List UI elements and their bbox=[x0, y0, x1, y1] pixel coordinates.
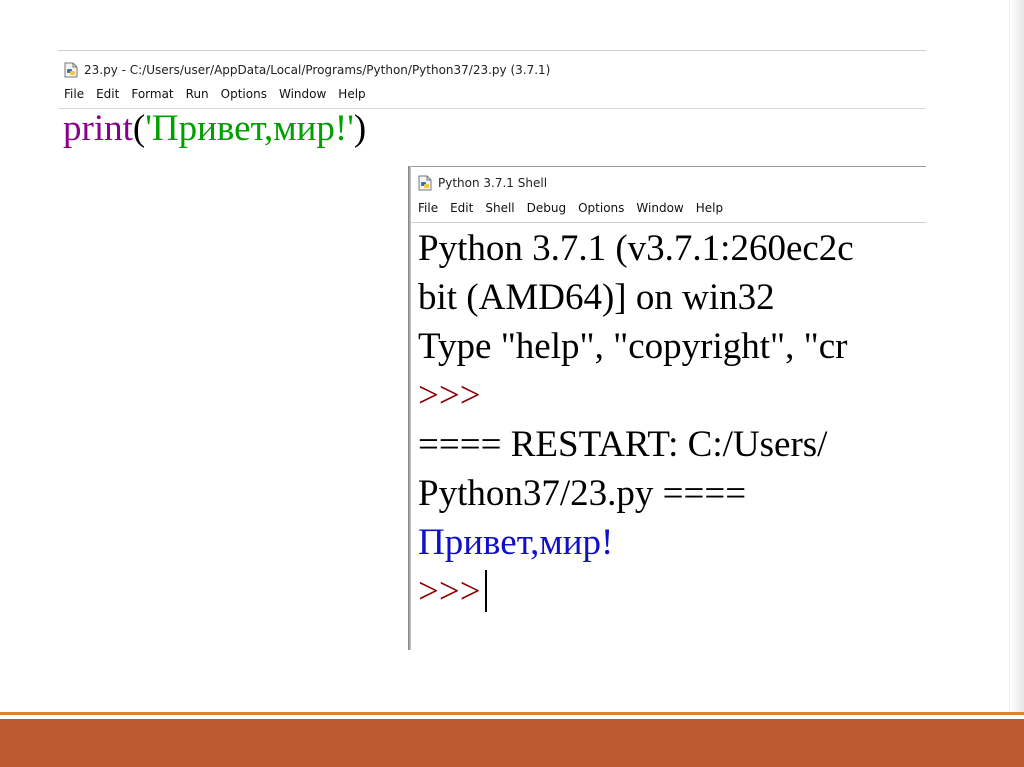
code-string: 'Привет,мир!' bbox=[145, 108, 354, 149]
shell-input-line[interactable]: >>> bbox=[418, 567, 926, 616]
editor-menu-format[interactable]: Format bbox=[131, 87, 173, 105]
slide-footer-bar bbox=[0, 719, 1024, 767]
shell-program-output: Привет,мир! bbox=[418, 522, 614, 563]
text-cursor bbox=[484, 570, 487, 612]
slide-footer-line bbox=[0, 712, 1024, 715]
code-keyword: print bbox=[63, 108, 133, 149]
shell-prompt: >>> bbox=[418, 375, 481, 416]
code-open-paren: ( bbox=[132, 108, 146, 149]
editor-menu-options[interactable]: Options bbox=[221, 87, 267, 105]
editor-titlebar: 23.py - C:/Users/user/AppData/Local/Prog… bbox=[64, 61, 550, 79]
shell-menubar: File Edit Shell Debug Options Window Hel… bbox=[418, 201, 723, 219]
editor-menu-run[interactable]: Run bbox=[186, 87, 209, 105]
shell-menu-window[interactable]: Window bbox=[636, 201, 683, 219]
shell-top-border bbox=[408, 166, 926, 167]
shell-output-area[interactable]: Python 3.7.1 (v3.7.1:260ec2c bit (AMD64)… bbox=[418, 224, 926, 616]
shell-left-border bbox=[408, 166, 411, 650]
shell-banner-line: Python 3.7.1 (v3.7.1:260ec2c bbox=[418, 228, 854, 269]
shell-banner-line: bit (AMD64)] on win32 bbox=[418, 277, 775, 318]
code-editor-text[interactable]: print('Привет,мир!') bbox=[63, 108, 366, 150]
code-close-paren: ) bbox=[353, 108, 367, 149]
editor-menu-help[interactable]: Help bbox=[338, 87, 365, 105]
shell-window: Python 3.7.1 Shell File Edit Shell Debug… bbox=[408, 166, 926, 650]
python-file-icon bbox=[64, 62, 78, 78]
shell-titlebar: Python 3.7.1 Shell bbox=[418, 174, 547, 192]
editor-menu-window[interactable]: Window bbox=[279, 87, 326, 105]
shell-menu-debug[interactable]: Debug bbox=[527, 201, 566, 219]
slide-shadow bbox=[1010, 0, 1024, 712]
editor-menubar: File Edit Format Run Options Window Help bbox=[64, 87, 366, 105]
shell-title-text: Python 3.7.1 Shell bbox=[438, 176, 548, 190]
editor-menu-edit[interactable]: Edit bbox=[96, 87, 119, 105]
shell-menu-edit[interactable]: Edit bbox=[450, 201, 473, 219]
shell-banner-line: Type "help", "copyright", "cr bbox=[418, 326, 848, 367]
shell-menu-shell[interactable]: Shell bbox=[485, 201, 514, 219]
shell-restart-line: ==== RESTART: C:/Users/ bbox=[418, 424, 828, 465]
editor-top-border bbox=[58, 50, 926, 51]
shell-prompt: >>> bbox=[418, 571, 481, 612]
shell-menu-file[interactable]: File bbox=[418, 201, 438, 219]
editor-title-text: 23.py - C:/Users/user/AppData/Local/Prog… bbox=[84, 63, 551, 77]
shell-menu-options[interactable]: Options bbox=[578, 201, 624, 219]
python-shell-icon bbox=[418, 175, 432, 191]
editor-menu-file[interactable]: File bbox=[64, 87, 84, 105]
shell-restart-line: Python37/23.py ==== bbox=[418, 473, 747, 514]
shell-separator bbox=[411, 222, 926, 223]
editor-window: 23.py - C:/Users/user/AppData/Local/Prog… bbox=[58, 50, 926, 170]
shell-menu-help[interactable]: Help bbox=[696, 201, 723, 219]
